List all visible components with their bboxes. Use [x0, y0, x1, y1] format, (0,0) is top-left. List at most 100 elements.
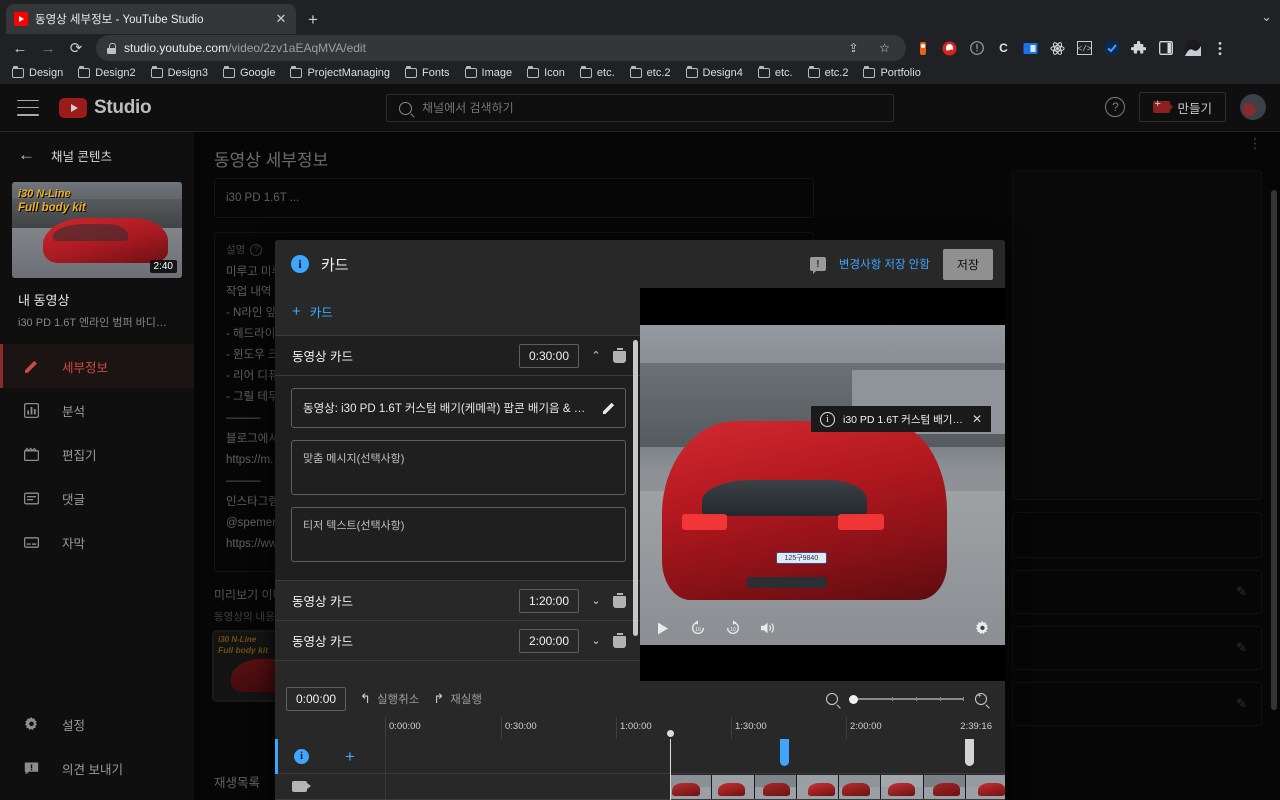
add-card-marker-button[interactable]: + [345, 747, 355, 767]
extension-orange-icon[interactable] [914, 40, 931, 57]
chevron-down-icon[interactable]: ⌄ [589, 634, 603, 647]
adblock-icon[interactable] [941, 40, 958, 57]
timeline-toolbar: 0:00:00 ↰ 실행취소 ↱ 재실행 [275, 681, 1005, 717]
bookmark-item[interactable]: Fonts [399, 65, 456, 81]
sidebar-item-settings[interactable]: 설정 [0, 702, 194, 746]
bookmark-item[interactable]: ProjectManaging [284, 65, 396, 81]
playhead-handle[interactable] [667, 730, 674, 737]
forward-10-icon[interactable]: 10 [724, 620, 741, 637]
card-timestamp-input[interactable]: 0:30:00 [519, 344, 579, 368]
bookmark-item[interactable]: etc. [574, 65, 621, 81]
save-button[interactable]: 저장 [943, 249, 993, 280]
back-icon[interactable]: ← [6, 34, 34, 62]
bookmark-item[interactable]: etc.2 [802, 65, 855, 81]
undo-button[interactable]: ↰ 실행취소 [360, 691, 419, 707]
sidebar-item-analytics[interactable]: 분석 [0, 388, 194, 432]
zoom-slider[interactable] [849, 693, 964, 705]
search-input[interactable] [422, 101, 881, 115]
c-letter-icon[interactable]: C [995, 40, 1012, 57]
close-icon[interactable]: ✕ [972, 412, 982, 426]
reload-icon[interactable]: ⟳ [62, 34, 90, 62]
studio-logo[interactable]: Studio [59, 97, 151, 119]
kebab-menu-icon[interactable] [1211, 40, 1228, 57]
help-icon[interactable]: ? [1105, 97, 1125, 117]
current-time-input[interactable]: 0:00:00 [286, 687, 346, 711]
card-row[interactable]: 동영상 카드 0:30:00 ⌃ [275, 336, 640, 376]
checkmark-blue-icon[interactable] [1103, 40, 1120, 57]
bookmark-item[interactable]: Design2 [72, 65, 141, 81]
hamburger-icon[interactable] [17, 100, 39, 116]
code-brackets-icon[interactable]: </> [1076, 40, 1093, 57]
redo-button[interactable]: ↱ 재실행 [433, 691, 482, 707]
volume-icon[interactable] [759, 620, 776, 637]
bookmark-item[interactable]: Design [6, 65, 69, 81]
video-filmstrip[interactable] [670, 775, 1005, 799]
play-icon[interactable] [654, 620, 671, 637]
teaser-text-field[interactable]: 티저 텍스트(선택사항) [291, 507, 626, 562]
card-row[interactable]: 동영상 카드 2:00:00 ⌄ [275, 621, 640, 661]
chevron-up-icon[interactable]: ⌃ [589, 349, 603, 362]
bookmark-star-icon[interactable]: ☆ [876, 40, 893, 57]
card-row[interactable]: 동영상 카드 1:20:00 ⌄ [275, 581, 640, 621]
share-icon[interactable]: ⇪ [845, 40, 862, 57]
sidebar-item-details[interactable]: 세부정보 [0, 344, 194, 388]
sidebar-item-subtitles[interactable]: 자막 [0, 520, 194, 564]
card-teaser-toast[interactable]: i i30 PD 1.6T 커스텀 배기(케... ✕ [811, 406, 991, 432]
slider-knob[interactable] [849, 695, 858, 704]
forward-icon[interactable]: → [34, 34, 62, 62]
panel-toggle-icon[interactable] [1157, 40, 1174, 57]
bookmark-item[interactable]: Google [217, 65, 281, 81]
info-circle-icon[interactable] [968, 40, 985, 57]
react-icon[interactable] [1049, 40, 1066, 57]
close-icon[interactable]: ✕ [274, 11, 288, 27]
avatar[interactable] [1240, 94, 1266, 120]
pencil-icon[interactable] [602, 401, 616, 415]
card-marker[interactable] [965, 739, 974, 766]
info-circle-icon[interactable]: i [291, 255, 309, 273]
card-timestamp-input[interactable]: 1:20:00 [519, 589, 579, 613]
bookmark-item[interactable]: Icon [521, 65, 571, 81]
ruler-gridline [846, 717, 847, 739]
new-tab-button[interactable]: + [302, 9, 324, 31]
delete-icon[interactable] [613, 634, 626, 648]
playhead[interactable] [670, 739, 671, 800]
settings-gear-icon[interactable] [974, 620, 991, 637]
browser-tab[interactable]: 동영상 세부정보 - YouTube Studio ✕ [6, 4, 296, 34]
card-timestamp-input[interactable]: 2:00:00 [519, 629, 579, 653]
bookmark-item[interactable]: Design4 [680, 65, 749, 81]
card-marker[interactable] [780, 739, 789, 766]
bookmark-item[interactable]: Portfolio [857, 65, 926, 81]
sidebar-blue-icon[interactable] [1022, 40, 1039, 57]
sidebar-video-thumbnail[interactable]: i30 N-Line Full body kit 2:40 [12, 182, 182, 278]
page-scrollbar[interactable] [1271, 190, 1277, 710]
channel-search[interactable] [386, 94, 894, 122]
chevron-down-icon[interactable]: ⌄ [589, 594, 603, 607]
delete-icon[interactable] [613, 349, 626, 363]
video-frame[interactable]: 125구9840 [640, 325, 1005, 645]
linked-video-field[interactable]: 동영상: i30 PD 1.6T 커스텀 배기(케메곽) 팝콘 배기음 & 짧은… [291, 388, 626, 428]
create-button[interactable]: 만들기 [1139, 92, 1226, 122]
puzzle-extensions-icon[interactable] [1130, 40, 1147, 57]
cards-list-scrollbar[interactable] [633, 340, 638, 636]
rewind-10-icon[interactable]: 10 [689, 620, 706, 637]
sidebar-item-feedback[interactable]: 의견 보내기 [0, 746, 194, 790]
sidebar-back[interactable]: ← 채널 콘텐츠 [0, 132, 194, 178]
timeline-ruler[interactable]: 0:00:00 0:30:00 1:00:00 1:30:00 2:00:00 … [275, 717, 1005, 739]
bookmark-item[interactable]: etc. [752, 65, 799, 81]
bookmark-item[interactable]: etc.2 [624, 65, 677, 81]
sidebar-item-editor[interactable]: 편집기 [0, 432, 194, 476]
window-minimize-button[interactable]: ⌄ [1261, 9, 1272, 25]
address-bar[interactable]: studio.youtube.com/video/2zv1aEAqMVA/edi… [96, 35, 906, 61]
add-card-button[interactable]: + 카드 [275, 288, 640, 336]
zoom-in-icon[interactable] [975, 693, 987, 705]
delete-icon[interactable] [613, 594, 626, 608]
zoom-out-icon[interactable] [826, 693, 838, 705]
back-arrow-icon[interactable]: ← [18, 145, 35, 165]
feedback-icon[interactable]: ! [810, 257, 826, 271]
sidebar-item-comments[interactable]: 댓글 [0, 476, 194, 520]
bookmark-item[interactable]: Image [459, 65, 519, 81]
custom-message-field[interactable]: 맞춤 메시지(선택사항) [291, 440, 626, 495]
frame-car: 125구9840 [662, 421, 947, 600]
profile-avatar-icon[interactable] [1184, 40, 1201, 57]
bookmark-item[interactable]: Design3 [145, 65, 214, 81]
